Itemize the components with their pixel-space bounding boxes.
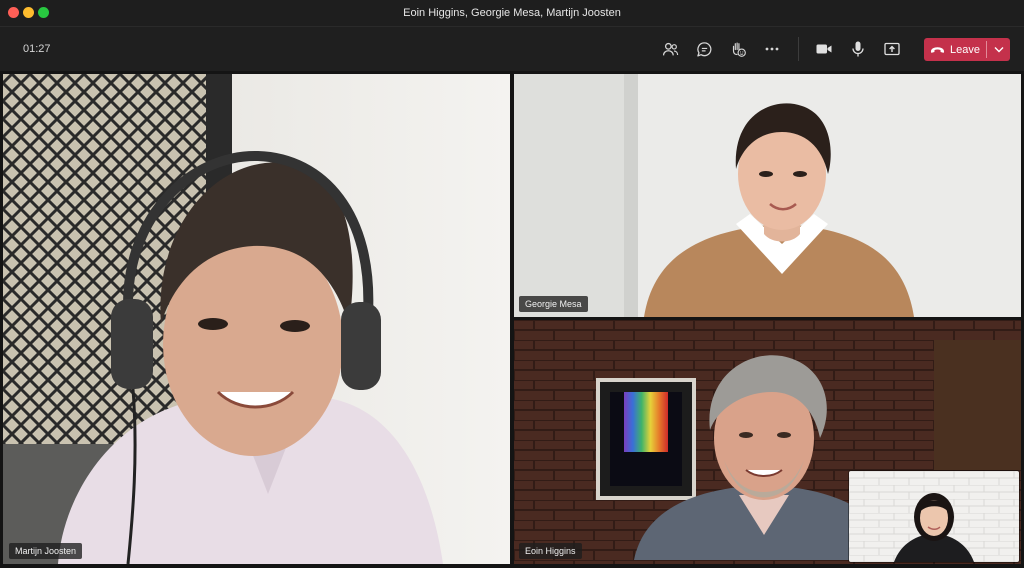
- leave-button[interactable]: Leave: [924, 38, 986, 61]
- chat-icon: [696, 41, 711, 57]
- chat-button[interactable]: [694, 39, 714, 59]
- call-timer: 01:27: [23, 43, 51, 55]
- camera-toggle-button[interactable]: [814, 39, 834, 59]
- mic-icon: [852, 41, 864, 57]
- participant-name-tag: Martijn Joosten: [9, 543, 83, 559]
- reactions-button[interactable]: [728, 39, 748, 59]
- hang-up-icon: [930, 46, 945, 53]
- participant-video: [3, 74, 510, 564]
- self-video: [849, 471, 1019, 562]
- more-options-button[interactable]: [762, 39, 782, 59]
- leave-label: Leave: [950, 43, 980, 56]
- more-icon: [765, 47, 779, 51]
- meeting-toolbar: 01:27 Leave: [0, 27, 1024, 71]
- participant-name-tag: Georgie Mesa: [519, 296, 588, 312]
- leave-button-group: Leave: [924, 38, 1010, 61]
- leave-options-button[interactable]: [987, 38, 1010, 61]
- title-bar: Eoin Higgins, Georgie Mesa, Martijn Joos…: [0, 0, 1024, 27]
- teams-meeting-window: Eoin Higgins, Georgie Mesa, Martijn Joos…: [0, 0, 1024, 568]
- share-content-button[interactable]: [882, 39, 902, 59]
- video-tile-eoin-higgins[interactable]: Eoin Higgins: [514, 320, 1021, 564]
- chevron-down-icon: [994, 47, 1003, 53]
- window-title: Eoin Higgins, Georgie Mesa, Martijn Joos…: [403, 7, 621, 19]
- self-view-video[interactable]: [849, 471, 1019, 562]
- participant-video: [514, 74, 1021, 317]
- participant-name-tag: Eoin Higgins: [519, 543, 582, 559]
- microphone-toggle-button[interactable]: [848, 39, 868, 59]
- toolbar-separator: [798, 37, 799, 61]
- camera-icon: [816, 44, 832, 54]
- people-icon: [662, 42, 678, 55]
- video-tile-martijn-joosten[interactable]: Martijn Joosten: [3, 74, 510, 564]
- video-tile-georgie-mesa[interactable]: Georgie Mesa: [514, 74, 1021, 317]
- share-icon: [884, 42, 900, 56]
- participants-button[interactable]: [660, 39, 680, 59]
- reactions-icon: [732, 42, 746, 57]
